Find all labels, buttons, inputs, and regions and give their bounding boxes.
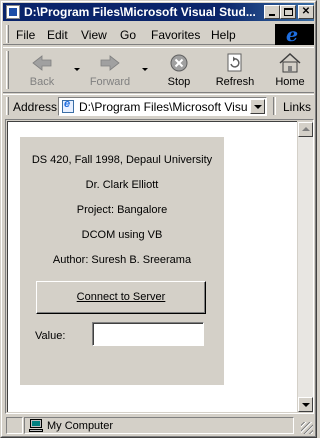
instructor-text: Dr. Clark Elliott: [85, 179, 159, 191]
app-icon[interactable]: [6, 5, 20, 19]
address-dropdown-button[interactable]: [250, 99, 265, 114]
menu-go[interactable]: Go: [120, 28, 136, 42]
status-cell-progress: [6, 417, 23, 434]
menu-view[interactable]: View: [81, 28, 107, 42]
project-text: Project: Bangalore: [76, 204, 168, 216]
close-button[interactable]: ✕: [298, 5, 314, 19]
forward-arrow-icon: [100, 55, 120, 71]
menu-edit[interactable]: Edit: [47, 28, 68, 42]
toolbar-grip[interactable]: [6, 51, 9, 89]
stop-icon: [170, 54, 188, 72]
back-label: Back: [29, 76, 55, 88]
standard-toolbar: Back Forward Stop Refresh Home: [3, 47, 314, 93]
author-text: Author: Suresh B. Sreerama: [52, 254, 192, 266]
menu-bar: File Edit View Go Favorites Help e: [3, 23, 314, 46]
refresh-label: Refresh: [215, 76, 255, 88]
refresh-button[interactable]: Refresh: [208, 50, 262, 90]
menu-help-label: Help: [211, 28, 236, 42]
menubar-grip[interactable]: [6, 25, 9, 43]
forward-label: Forward: [89, 76, 131, 88]
forward-button[interactable]: Forward: [83, 50, 137, 90]
address-input[interactable]: D:\Program Files\Microsoft Visual S: [58, 97, 267, 116]
course-text: DS 420, Fall 1998, Depaul University: [31, 154, 213, 166]
back-dropdown-icon[interactable]: [74, 68, 80, 71]
applet-panel: DS 420, Fall 1998, Depaul University Dr.…: [20, 137, 224, 385]
maximize-button[interactable]: [280, 5, 296, 19]
zone-text: My Computer: [47, 420, 114, 432]
scroll-up-button[interactable]: [298, 122, 313, 137]
home-button[interactable]: Home: [263, 50, 317, 90]
back-button[interactable]: Back: [15, 50, 69, 90]
browser-window: D:\Program Files\Microsoft Visual Stud..…: [0, 0, 317, 438]
menu-view-label: View: [81, 28, 107, 42]
home-label: Home: [275, 76, 305, 88]
value-label: Value:: [35, 330, 66, 342]
menu-edit-label: Edit: [47, 28, 68, 42]
menu-file[interactable]: File: [16, 28, 35, 42]
close-icon: ✕: [301, 6, 311, 17]
minimize-button[interactable]: [264, 5, 280, 19]
menu-go-label: Go: [120, 28, 137, 42]
menu-favorites[interactable]: Favorites: [151, 28, 200, 42]
connect-button-label: Connect to Server: [76, 291, 166, 303]
menu-favorites-label: Favorites: [151, 28, 201, 42]
address-label: Address: [13, 100, 58, 114]
ie-logo: e: [275, 24, 314, 46]
ie-logo-icon: e: [286, 24, 299, 46]
stop-label: Stop: [167, 76, 191, 88]
menu-help[interactable]: Help: [211, 28, 236, 42]
address-value[interactable]: D:\Program Files\Microsoft Visual S: [79, 100, 247, 114]
status-cell-zone: My Computer: [24, 417, 294, 434]
window-title: D:\Program Files\Microsoft Visual Stud..…: [24, 5, 256, 19]
monitor-shape: [30, 419, 42, 428]
scroll-down-button[interactable]: [298, 397, 313, 412]
forward-dropdown-icon[interactable]: [142, 68, 148, 71]
content-frame: DS 420, Fall 1998, Depaul University Dr.…: [5, 119, 314, 414]
back-arrow-icon: [32, 55, 52, 71]
stop-button[interactable]: Stop: [152, 50, 206, 90]
my-computer-icon: [29, 419, 43, 432]
value-input[interactable]: [92, 322, 204, 346]
connect-to-server-button[interactable]: Connect to Server: [36, 281, 206, 314]
resize-grip[interactable]: [301, 422, 313, 434]
address-bar: Address D:\Program Files\Microsoft Visua…: [3, 94, 314, 117]
menu-file-label: File: [16, 28, 36, 42]
title-bar[interactable]: D:\Program Files\Microsoft Visual Stud..…: [3, 3, 314, 21]
refresh-icon: [227, 53, 242, 72]
maximize-icon: [284, 8, 293, 16]
technology-text: DCOM using VB: [81, 229, 163, 241]
vertical-scrollbar[interactable]: [298, 122, 313, 412]
page-content: DS 420, Fall 1998, Depaul University Dr.…: [7, 121, 297, 412]
computer-base-shape: [29, 429, 43, 432]
addressbar-grip[interactable]: [6, 97, 9, 115]
minimize-icon: [269, 14, 275, 16]
links-separator: [273, 97, 276, 115]
status-bar: My Computer: [3, 416, 314, 435]
page-icon: [62, 98, 74, 113]
links-button[interactable]: Links: [283, 100, 311, 114]
home-icon: [279, 53, 301, 73]
